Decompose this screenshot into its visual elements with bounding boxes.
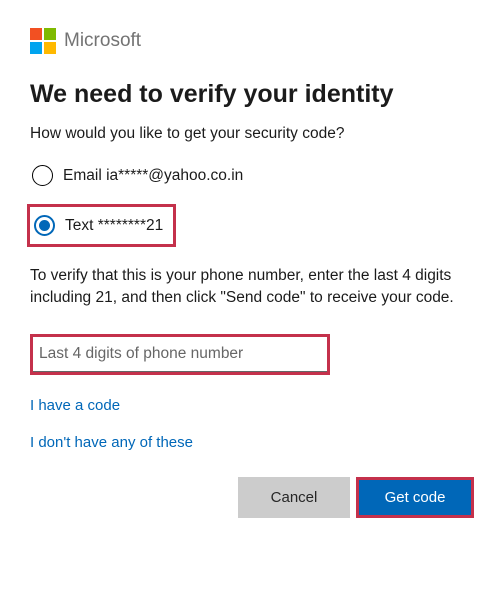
radio-selected-icon [34,215,55,236]
prompt-text: How would you like to get your security … [30,125,474,143]
instructions-text: To verify that this is your phone number… [30,265,474,310]
page-title: We need to verify your identity [30,80,474,109]
highlight-box-option: Text ********21 [27,204,176,247]
microsoft-logo-icon [30,28,56,54]
link-have-code[interactable]: I have a code [30,397,474,414]
cancel-button[interactable]: Cancel [238,477,350,518]
phone-last4-input[interactable] [33,337,327,372]
link-none-of-these[interactable]: I don't have any of these [30,434,474,451]
option-text-label: Text ********21 [65,217,163,235]
option-text[interactable]: Text ********21 [32,211,165,240]
option-email[interactable]: Email ia*****@yahoo.co.in [30,161,474,190]
highlight-box-submit: Get code [356,477,474,518]
highlight-box-input [30,334,330,375]
option-email-label: Email ia*****@yahoo.co.in [63,167,243,185]
radio-icon [32,165,53,186]
get-code-button[interactable]: Get code [359,480,471,515]
button-row: Cancel Get code [30,477,474,518]
brand-name: Microsoft [64,30,141,52]
brand-row: Microsoft [30,28,474,54]
